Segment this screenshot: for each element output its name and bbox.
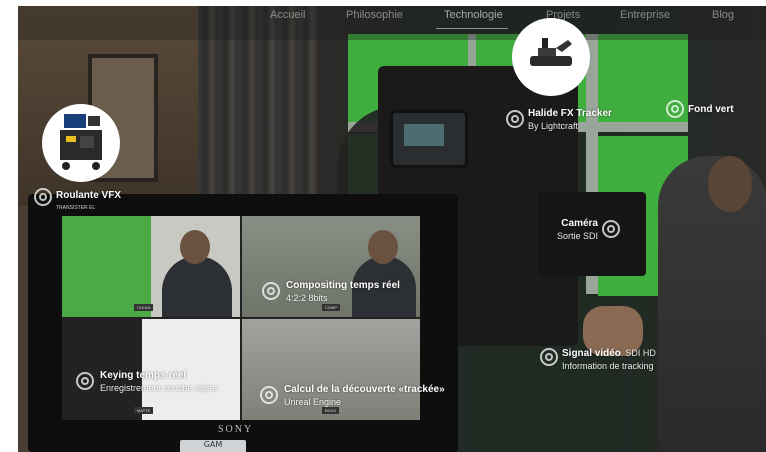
hotspot-calcul-icon[interactable] <box>260 386 278 404</box>
nav-accueil[interactable]: Accueil <box>270 9 305 21</box>
tracker-device-icon <box>530 38 572 66</box>
camera-monitor-screen <box>404 124 444 146</box>
hotspot-calcul-label[interactable]: Calcul de la découverte «trackée» Unreal… <box>284 384 445 408</box>
hero-scene: CLEAN COMP MATTE BCKG SONY GAM Accueil P… <box>18 6 766 452</box>
hotspot-fond-vert-icon[interactable] <box>666 100 684 118</box>
nav-active-underline <box>436 28 508 29</box>
quad-tag: COMP <box>322 304 340 311</box>
hotspot-keying-label[interactable]: Keying temps réel Enregistrement couche … <box>100 370 217 394</box>
monitor-box: GAM <box>180 440 246 452</box>
hotspot-roulante-icon[interactable] <box>34 188 52 206</box>
quad-tag: MATTE <box>134 407 154 414</box>
hotspot-compositing-label[interactable]: Compositing temps réel 4:2:2 8bits <box>286 280 400 304</box>
hotspot-compositing-icon[interactable] <box>262 282 280 300</box>
quad-tag: CLEAN <box>134 304 154 311</box>
quad-tag: BCKG <box>322 407 340 414</box>
hotspot-roulante-label[interactable]: Roulante VFX TRANSISTER EL <box>56 190 121 214</box>
nav-philosophie[interactable]: Philosophie <box>346 9 403 21</box>
top-nav: Accueil Philosophie Technologie Projets … <box>18 6 766 40</box>
vfx-cart-icon <box>60 114 102 170</box>
hotspot-signal-icon[interactable] <box>540 348 558 366</box>
hotspot-keying-icon[interactable] <box>76 372 94 390</box>
roulante-vfx-image <box>42 104 120 182</box>
hotspot-camera-label[interactable]: Caméra Sortie SDI <box>550 218 598 242</box>
hotspot-halide-label[interactable]: Halide FX Tracker By Lightcraft <box>528 108 612 132</box>
monitor-brand: SONY <box>218 424 254 435</box>
hotspot-halide-icon[interactable] <box>506 110 524 128</box>
nav-blog[interactable]: Blog <box>712 9 734 21</box>
nav-entreprise[interactable]: Entreprise <box>620 9 670 21</box>
person-right-head <box>708 156 752 212</box>
halide-tracker-image <box>512 18 590 96</box>
hotspot-signal-label[interactable]: Signal vidéo SDI HD Information de track… <box>562 346 762 372</box>
hotspot-camera-icon[interactable] <box>602 220 620 238</box>
hotspot-fond-vert-label[interactable]: Fond vert <box>688 104 734 116</box>
nav-technologie[interactable]: Technologie <box>444 9 503 21</box>
quad-clean: CLEAN <box>62 216 240 317</box>
